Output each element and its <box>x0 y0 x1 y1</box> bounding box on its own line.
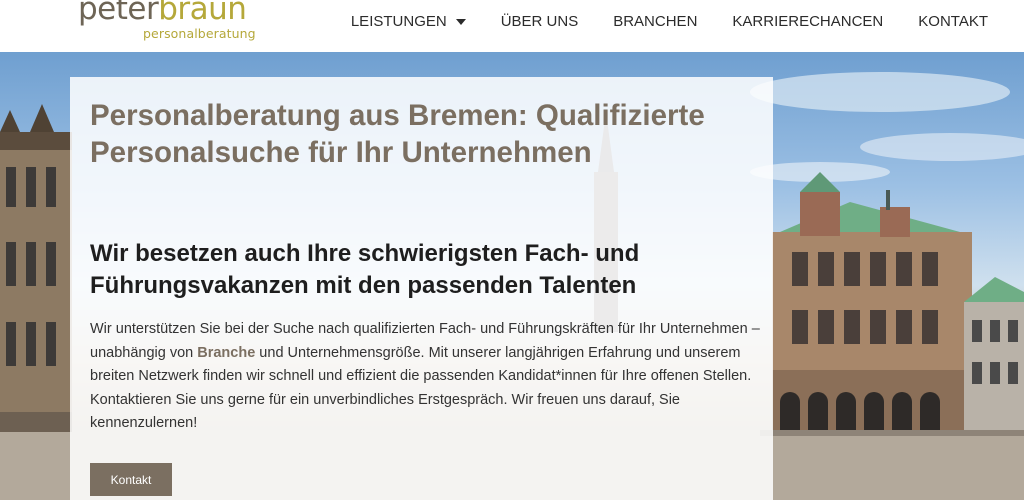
contact-button[interactable]: Kontakt <box>90 463 172 496</box>
nav-item-karrierechancen[interactable]: KARRIERECHANCEN <box>732 13 883 30</box>
nav-item-branchen[interactable]: BRANCHEN <box>613 13 697 30</box>
site-header: peterbraun personalberatung LEISTUNGEN Ü… <box>0 0 1024 52</box>
logo[interactable]: peterbraun personalberatung <box>78 0 256 40</box>
main-nav: LEISTUNGEN ÜBER UNS BRANCHEN KARRIERECHA… <box>316 13 988 30</box>
nav-item-ueber-uns[interactable]: ÜBER UNS <box>501 13 579 30</box>
nav-item-kontakt[interactable]: KONTAKT <box>918 13 988 30</box>
hero-content-panel: Personalberatung aus Bremen: Qualifizier… <box>70 77 773 500</box>
page-title: Personalberatung aus Bremen: Qualifizier… <box>90 99 705 169</box>
logo-wordmark: peterbraun <box>78 0 247 27</box>
nav-item-label: LEISTUNGEN <box>350 13 447 30</box>
nav-item-leistungen[interactable]: LEISTUNGEN <box>351 13 466 30</box>
caret-down-icon <box>455 18 466 25</box>
hero-subtitle: Wir besetzen auch Ihre schwierigsten Fac… <box>90 240 640 299</box>
hero-description: Wir unterstützen Sie bei der Suche nach … <box>90 321 760 431</box>
logo-tagline: personalberatung <box>143 26 256 41</box>
branche-link[interactable]: Branche <box>197 345 255 361</box>
